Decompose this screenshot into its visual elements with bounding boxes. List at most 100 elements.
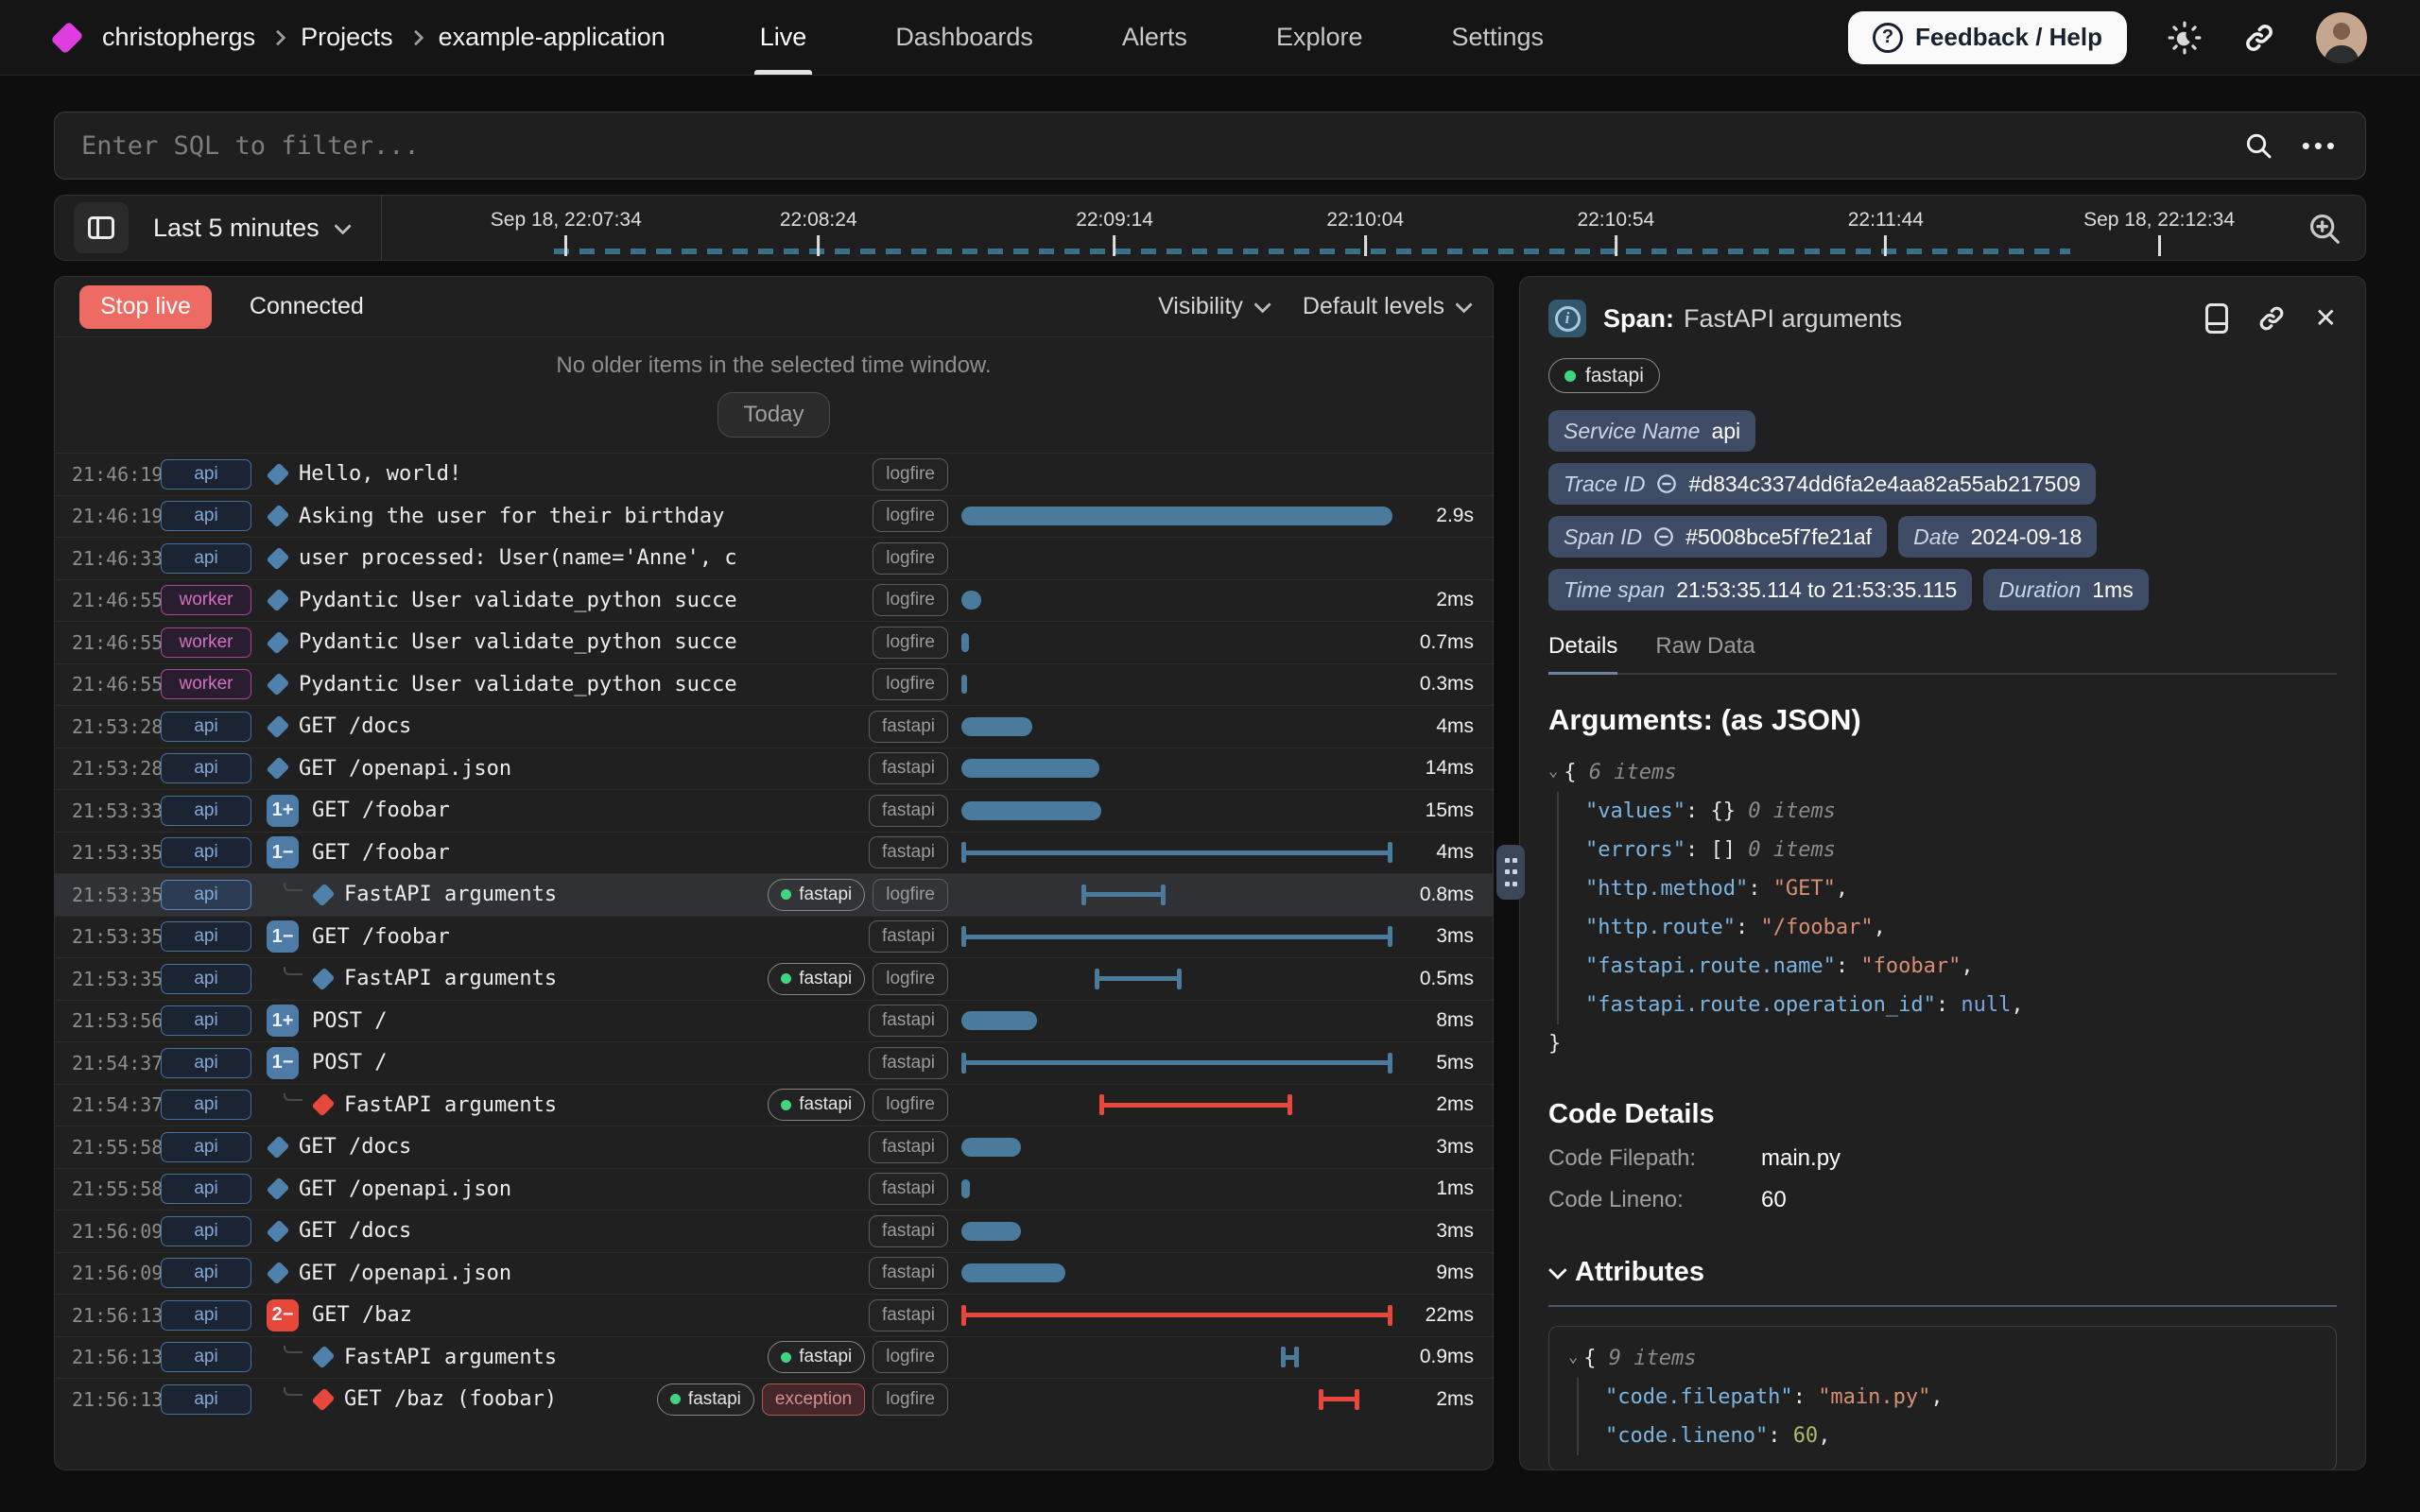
trace-row[interactable]: 21:53:35api1−GET /foobarfastapi4ms: [55, 832, 1493, 874]
timeline-track[interactable]: Sep 18, 22:07:3422:08:2422:09:1422:10:04…: [527, 196, 2280, 260]
expand-toggle-badge[interactable]: 1+: [267, 1005, 299, 1037]
tab-dashboards[interactable]: Dashboards: [895, 0, 1033, 75]
expand-toggle-badge[interactable]: 1−: [267, 920, 299, 953]
trace-row[interactable]: 21:46:55workerPydantic User validate_pyt…: [55, 663, 1493, 706]
span-diamond-icon: [267, 757, 289, 781]
expand-toggle-badge[interactable]: 1+: [267, 795, 299, 827]
collapse-caret-icon[interactable]: ⌄: [1548, 762, 1558, 781]
timeline-tick-mark: [1364, 235, 1367, 256]
trace-row-tags: fastapi: [869, 752, 961, 784]
child-connector: [284, 1346, 302, 1354]
toggle-sidebar-button[interactable]: [74, 202, 129, 253]
badge-row: Time span21:53:35.114 to 21:53:35.115Dur…: [1548, 569, 2337, 610]
span-diamond-icon: [267, 546, 289, 570]
default-levels-dropdown[interactable]: Default levels: [1303, 293, 1468, 320]
trace-row[interactable]: 21:53:56api1+POST /fastapi8ms: [55, 1000, 1493, 1042]
breadcrumb: christophergs Projects example-applicati…: [102, 23, 666, 52]
breadcrumb-user[interactable]: christophergs: [102, 23, 255, 52]
more-options-icon[interactable]: •••: [2302, 131, 2339, 161]
trace-row[interactable]: 21:56:13api2−GET /bazfastapi22ms: [55, 1294, 1493, 1336]
link-icon[interactable]: [1653, 526, 1674, 547]
trace-row[interactable]: 21:46:55workerPydantic User validate_pyt…: [55, 621, 1493, 663]
trace-row[interactable]: 21:55:58apiGET /openapi.jsonfastapi1ms: [55, 1168, 1493, 1211]
live-panel-header: Stop live Connected Visibility Default l…: [55, 277, 1493, 337]
badge-label: Span ID: [1564, 524, 1642, 550]
span-message: Pydantic User validate_python succe: [299, 630, 737, 654]
time-range-dropdown[interactable]: Last 5 minutes: [153, 214, 347, 243]
service-badge-api: api: [161, 1216, 251, 1246]
trace-row[interactable]: 21:54:37api1−POST /fastapi5ms: [55, 1041, 1493, 1084]
expand-toggle-badge[interactable]: 1−: [267, 1047, 299, 1079]
trace-row-tags: fastapilogfire: [768, 1089, 961, 1121]
link-icon[interactable]: [1656, 473, 1677, 494]
timeline-zoom-button[interactable]: [2307, 211, 2342, 249]
detail-span-name: FastAPI arguments: [1684, 304, 1902, 333]
detail-tab-raw-data[interactable]: Raw Data: [1655, 633, 1754, 673]
json-token: "fastapi.route.name": [1585, 954, 1836, 978]
today-button[interactable]: Today: [717, 392, 829, 438]
duration-bar-track: [961, 1295, 1406, 1336]
trace-row[interactable]: 21:46:33apiuser processed: User(name='An…: [55, 537, 1493, 579]
tag-fastapi: fastapi: [869, 1173, 948, 1205]
collapse-caret-icon[interactable]: ⌄: [1568, 1348, 1578, 1366]
json-token: :: [1936, 993, 1962, 1017]
user-avatar[interactable]: [2316, 12, 2367, 63]
theme-toggle-button[interactable]: [2167, 20, 2203, 56]
breadcrumb-projects[interactable]: Projects: [301, 23, 393, 52]
sql-filter-input[interactable]: [81, 131, 2243, 161]
detail-tab-details[interactable]: Details: [1548, 633, 1617, 673]
duration-bar: [961, 1053, 1392, 1074]
trace-row[interactable]: 21:53:35apiFastAPI argumentsfastapilogfi…: [55, 957, 1493, 1000]
trace-row[interactable]: 21:56:13apiGET /baz (foobar)fastapiexcep…: [55, 1378, 1493, 1420]
feedback-help-label: Feedback / Help: [1915, 23, 2102, 52]
feedback-help-button[interactable]: ? Feedback / Help: [1848, 11, 2127, 64]
span-message: POST /: [312, 1051, 387, 1074]
trace-row[interactable]: 21:46:19apiHello, world!logfire: [55, 453, 1493, 495]
trace-row[interactable]: 21:54:37apiFastAPI argumentsfastapilogfi…: [55, 1084, 1493, 1126]
duration-bar: [961, 926, 1392, 947]
close-icon[interactable]: ✕: [2315, 305, 2337, 332]
stop-live-button[interactable]: Stop live: [79, 285, 212, 329]
tab-explore[interactable]: Explore: [1276, 0, 1363, 75]
search-icon[interactable]: [2243, 130, 2273, 161]
trace-row[interactable]: 21:53:33api1+GET /foobarfastapi15ms: [55, 789, 1493, 832]
trace-row[interactable]: 21:53:28apiGET /openapi.jsonfastapi14ms: [55, 747, 1493, 790]
json-token: :: [1685, 799, 1711, 823]
tab-live[interactable]: Live: [760, 0, 807, 75]
visibility-dropdown[interactable]: Visibility: [1158, 293, 1267, 320]
trace-row[interactable]: 21:56:09apiGET /docsfastapi3ms: [55, 1210, 1493, 1252]
trace-row[interactable]: 21:53:35apiFastAPI argumentsfastapilogfi…: [55, 873, 1493, 916]
green-dot-icon: [1564, 370, 1576, 382]
duration-label: 0.3ms: [1406, 673, 1493, 696]
share-link-button[interactable]: [2242, 21, 2276, 55]
expand-toggle-badge[interactable]: 1−: [267, 836, 299, 868]
trace-row[interactable]: 21:53:28apiGET /docsfastapi4ms: [55, 705, 1493, 747]
tab-settings[interactable]: Settings: [1451, 0, 1544, 75]
duration-bar: [961, 759, 1099, 778]
logfire-logo-icon[interactable]: [50, 21, 83, 54]
code-details-rows: Code Filepath:main.pyCode Lineno:60: [1548, 1145, 2337, 1213]
timeline-tick-label: Sep 18, 22:12:34: [2083, 209, 2235, 232]
trace-row[interactable]: 21:56:13apiFastAPI argumentsfastapilogfi…: [55, 1336, 1493, 1379]
attributes-heading[interactable]: Attributes: [1548, 1257, 2337, 1288]
trace-row[interactable]: 21:56:09apiGET /openapi.jsonfastapi9ms: [55, 1252, 1493, 1295]
json-line: "fastapi.route.operation_id": null,: [1585, 986, 2337, 1024]
badge-row: Span ID#5008bce5f7fe21afDate2024-09-18: [1548, 516, 2337, 558]
code-details-heading: Code Details: [1548, 1099, 2337, 1130]
trace-row[interactable]: 21:46:19apiAsking the user for their bir…: [55, 495, 1493, 538]
duration-bar-track: [961, 706, 1406, 747]
timeline-tick-mark: [2158, 235, 2161, 256]
trace-row[interactable]: 21:46:55workerPydantic User validate_pyt…: [55, 579, 1493, 622]
service-badge-api: api: [161, 501, 251, 531]
trace-row[interactable]: 21:53:35api1−GET /foobarfastapi3ms: [55, 916, 1493, 958]
trace-row[interactable]: 21:55:58apiGET /docsfastapi3ms: [55, 1125, 1493, 1168]
expand-toggle-badge[interactable]: 2−: [267, 1299, 299, 1332]
service-badge-api: api: [161, 712, 251, 742]
breadcrumb-project-name[interactable]: example-application: [439, 23, 666, 52]
span-metadata-badges: Service NameapiTrace ID#d834c3374dd6fa2e…: [1548, 410, 2337, 610]
tab-alerts[interactable]: Alerts: [1122, 0, 1187, 75]
panel-resize-handle[interactable]: [1496, 845, 1525, 900]
duration-bar: [961, 801, 1101, 820]
copy-link-icon[interactable]: [2256, 303, 2287, 334]
dock-panel-icon[interactable]: [2205, 303, 2228, 334]
